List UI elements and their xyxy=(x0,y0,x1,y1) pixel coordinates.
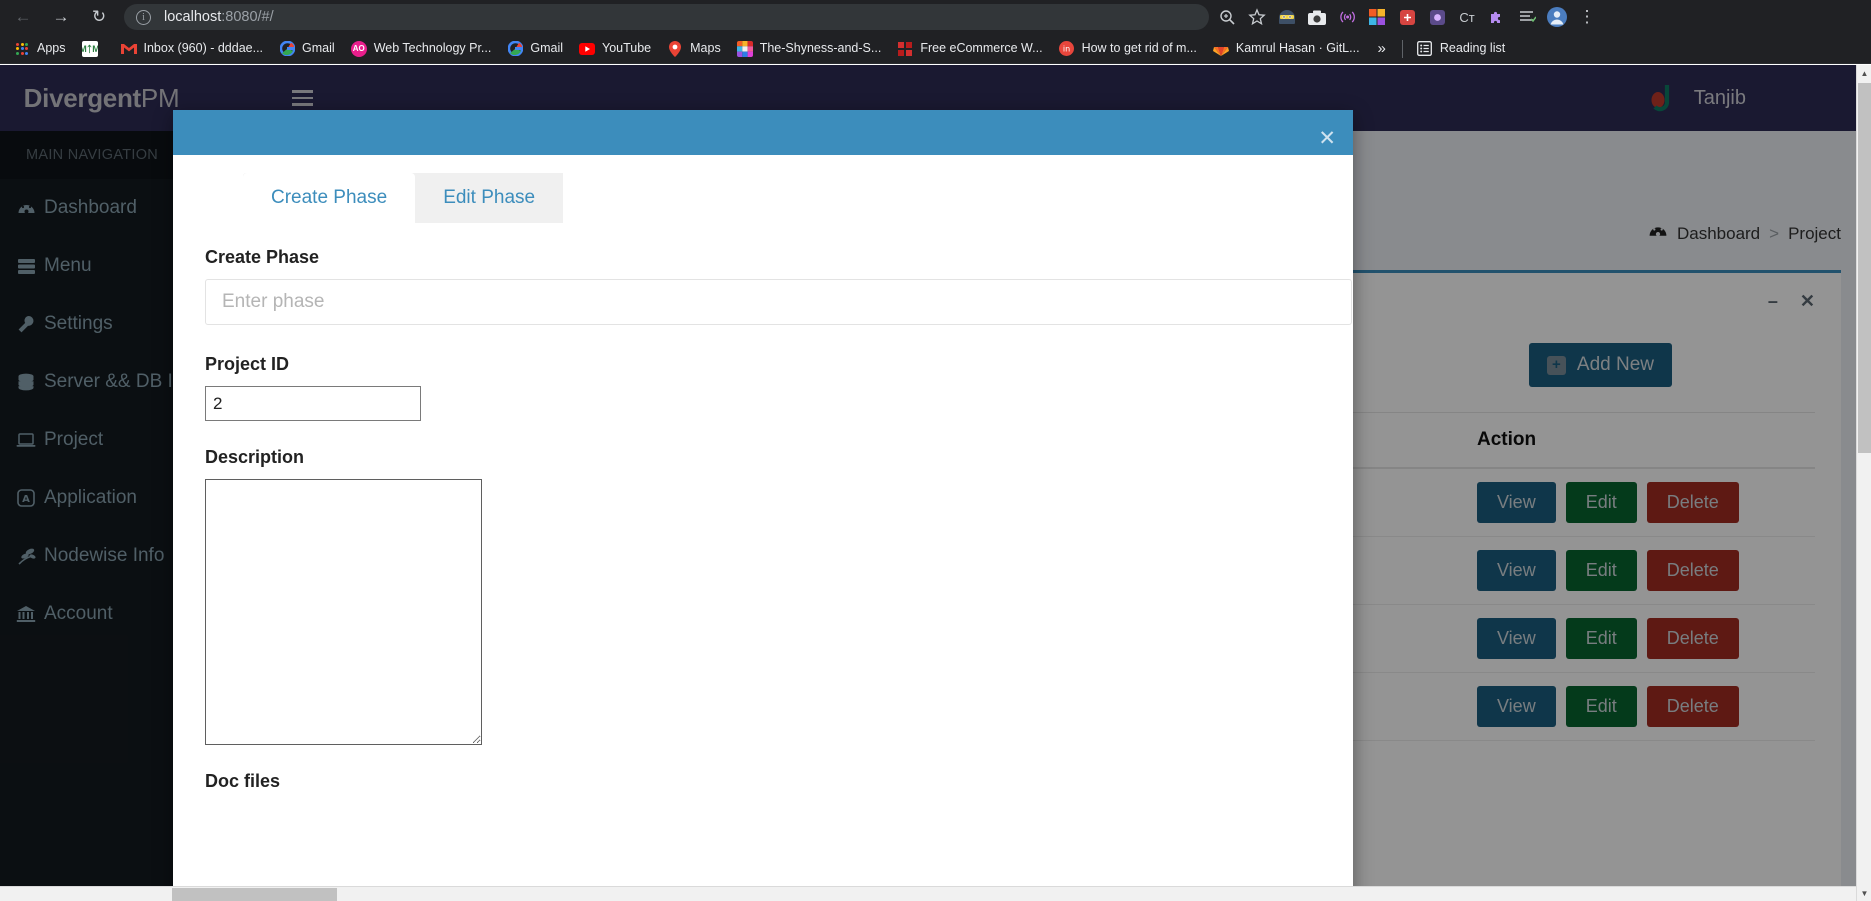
reading-list-icon xyxy=(1417,41,1433,57)
description-field-label: Description xyxy=(205,447,305,467)
reading-list-button[interactable]: Reading list xyxy=(1409,37,1513,61)
bookmark-mom[interactable]: MᛏM xyxy=(74,37,113,61)
extension-ninja-icon[interactable] xyxy=(1273,3,1301,31)
profile-avatar-icon[interactable] xyxy=(1543,3,1571,31)
create-phase-form: Create Phase Project ID Description Doc … xyxy=(189,223,1352,792)
bookmark-gmail-2[interactable]: Gmail xyxy=(499,37,571,61)
scroll-down-arrow-icon[interactable]: ▼ xyxy=(1857,885,1871,901)
bookmark-youtube[interactable]: YouTube xyxy=(571,37,659,61)
bookmark-label: Gmail xyxy=(302,41,335,56)
apps-grid-icon xyxy=(14,41,30,57)
puzzle-extensions-icon[interactable] xyxy=(1483,3,1511,31)
google-g-icon xyxy=(279,41,295,57)
address-bar[interactable]: i localhost:8080/#/ xyxy=(124,4,1209,30)
address-bar-url: localhost:8080/#/ xyxy=(164,9,274,25)
modal-close-icon[interactable]: ✕ xyxy=(1318,128,1336,149)
reading-list-label: Reading list xyxy=(1439,41,1506,56)
bookmark-apps[interactable]: Apps xyxy=(6,37,74,61)
linkedin-in-icon: in xyxy=(1059,41,1075,57)
vertical-scroll-thumb[interactable] xyxy=(1858,83,1871,453)
vertical-scrollbar[interactable]: ▲ ▼ xyxy=(1856,65,1871,901)
scroll-up-arrow-icon[interactable]: ▲ xyxy=(1857,65,1871,81)
bookmark-shyness[interactable]: The-Shyness-and-S... xyxy=(729,37,890,61)
maps-pin-icon xyxy=(667,40,683,57)
bookmark-linkedin-article[interactable]: in How to get rid of m... xyxy=(1051,37,1205,61)
navigation-buttons: ← → ↻ xyxy=(0,2,118,32)
bookmark-label: Kamrul Hasan · GitL... xyxy=(1235,41,1360,56)
reload-button[interactable]: ↻ xyxy=(80,2,118,32)
forward-button[interactable]: → xyxy=(42,2,80,32)
bookmark-free-ecommerce[interactable]: Free eCommerce W... xyxy=(889,37,1050,61)
back-button[interactable]: ← xyxy=(4,2,42,32)
ao-pink-icon: AO xyxy=(350,40,367,57)
horizontal-scroll-thumb[interactable] xyxy=(172,888,337,901)
page-viewport: Divergent PM Tanjib MAIN NAVIGATION Dashb… xyxy=(0,65,1871,901)
project-id-input[interactable] xyxy=(205,386,421,421)
bookmark-gitlab[interactable]: Kamrul Hasan · GitL... xyxy=(1205,37,1368,61)
mom-icon: MᛏM xyxy=(81,40,98,57)
bookmarks-overflow-button[interactable]: » xyxy=(1368,40,1396,57)
youtube-icon xyxy=(579,41,596,57)
colorgrid-icon xyxy=(736,40,753,57)
bookmark-maps[interactable]: Maps xyxy=(659,37,729,61)
bookmark-star-icon[interactable] xyxy=(1243,3,1271,31)
bookmark-label: Gmail xyxy=(530,41,564,56)
bookmark-label: Maps xyxy=(690,41,721,56)
modal-body: Create Phase Edit Phase Create Phase Pro… xyxy=(173,155,1353,792)
extension-ct-icon[interactable]: Cт xyxy=(1453,3,1481,31)
description-textarea[interactable] xyxy=(205,479,482,745)
red-blocks-icon xyxy=(897,41,913,57)
bookmark-label: Apps xyxy=(37,41,66,56)
extension-red-icon[interactable] xyxy=(1393,3,1421,31)
site-info-icon[interactable]: i xyxy=(136,9,151,25)
bookmark-label: Web Technology Pr... xyxy=(373,41,492,56)
doc-files-field-label: Doc files xyxy=(205,771,281,791)
bookmark-inbox[interactable]: Inbox (960) - dddae... xyxy=(113,37,272,61)
bookmark-label: Free eCommerce W... xyxy=(920,41,1043,56)
color-palette-icon[interactable] xyxy=(1363,3,1391,31)
phase-input[interactable] xyxy=(205,279,1352,325)
zoom-icon[interactable] xyxy=(1213,3,1241,31)
project-id-field-label: Project ID xyxy=(205,354,290,374)
bookmark-label: Inbox (960) - dddae... xyxy=(143,41,264,56)
modal-header: ✕ xyxy=(173,110,1353,155)
bookmark-label: The-Shyness-and-S... xyxy=(759,41,882,56)
phase-field-label: Create Phase xyxy=(205,247,320,267)
cast-icon[interactable] xyxy=(1333,3,1361,31)
google-g-icon xyxy=(507,41,523,57)
browser-toolbar-icons: Cт ⋮ xyxy=(1213,3,1601,31)
bookmark-web-technology[interactable]: AO Web Technology Pr... xyxy=(343,37,500,61)
bookmark-label: YouTube xyxy=(602,41,652,56)
list-icon[interactable] xyxy=(1513,3,1541,31)
gmail-m-icon xyxy=(120,41,137,57)
horizontal-scrollbar[interactable] xyxy=(0,886,1856,901)
create-phase-modal: ✕ Create Phase Edit Phase Create Phase P… xyxy=(173,110,1353,901)
bookmark-label: How to get rid of m... xyxy=(1081,41,1197,56)
extension-purple-icon[interactable] xyxy=(1423,3,1451,31)
browser-toolbar: ← → ↻ i localhost:8080/#/ Cт ⋮ xyxy=(0,0,1871,34)
tab-edit-phase[interactable]: Edit Phase xyxy=(415,173,564,223)
bookmarks-divider xyxy=(1401,39,1403,58)
tab-create-phase[interactable]: Create Phase xyxy=(243,173,416,223)
bookmarks-bar: Apps MᛏM Inbox (960) - dddae... Gmail AO… xyxy=(0,34,1871,64)
chrome-menu-icon[interactable]: ⋮ xyxy=(1573,3,1601,31)
gitlab-fox-icon xyxy=(1212,41,1229,57)
svg-text:in: in xyxy=(1063,45,1070,54)
bookmark-gmail-1[interactable]: Gmail xyxy=(271,37,343,61)
screenshot-camera-icon[interactable] xyxy=(1303,3,1331,31)
modal-tabs: Create Phase Edit Phase xyxy=(243,173,564,223)
